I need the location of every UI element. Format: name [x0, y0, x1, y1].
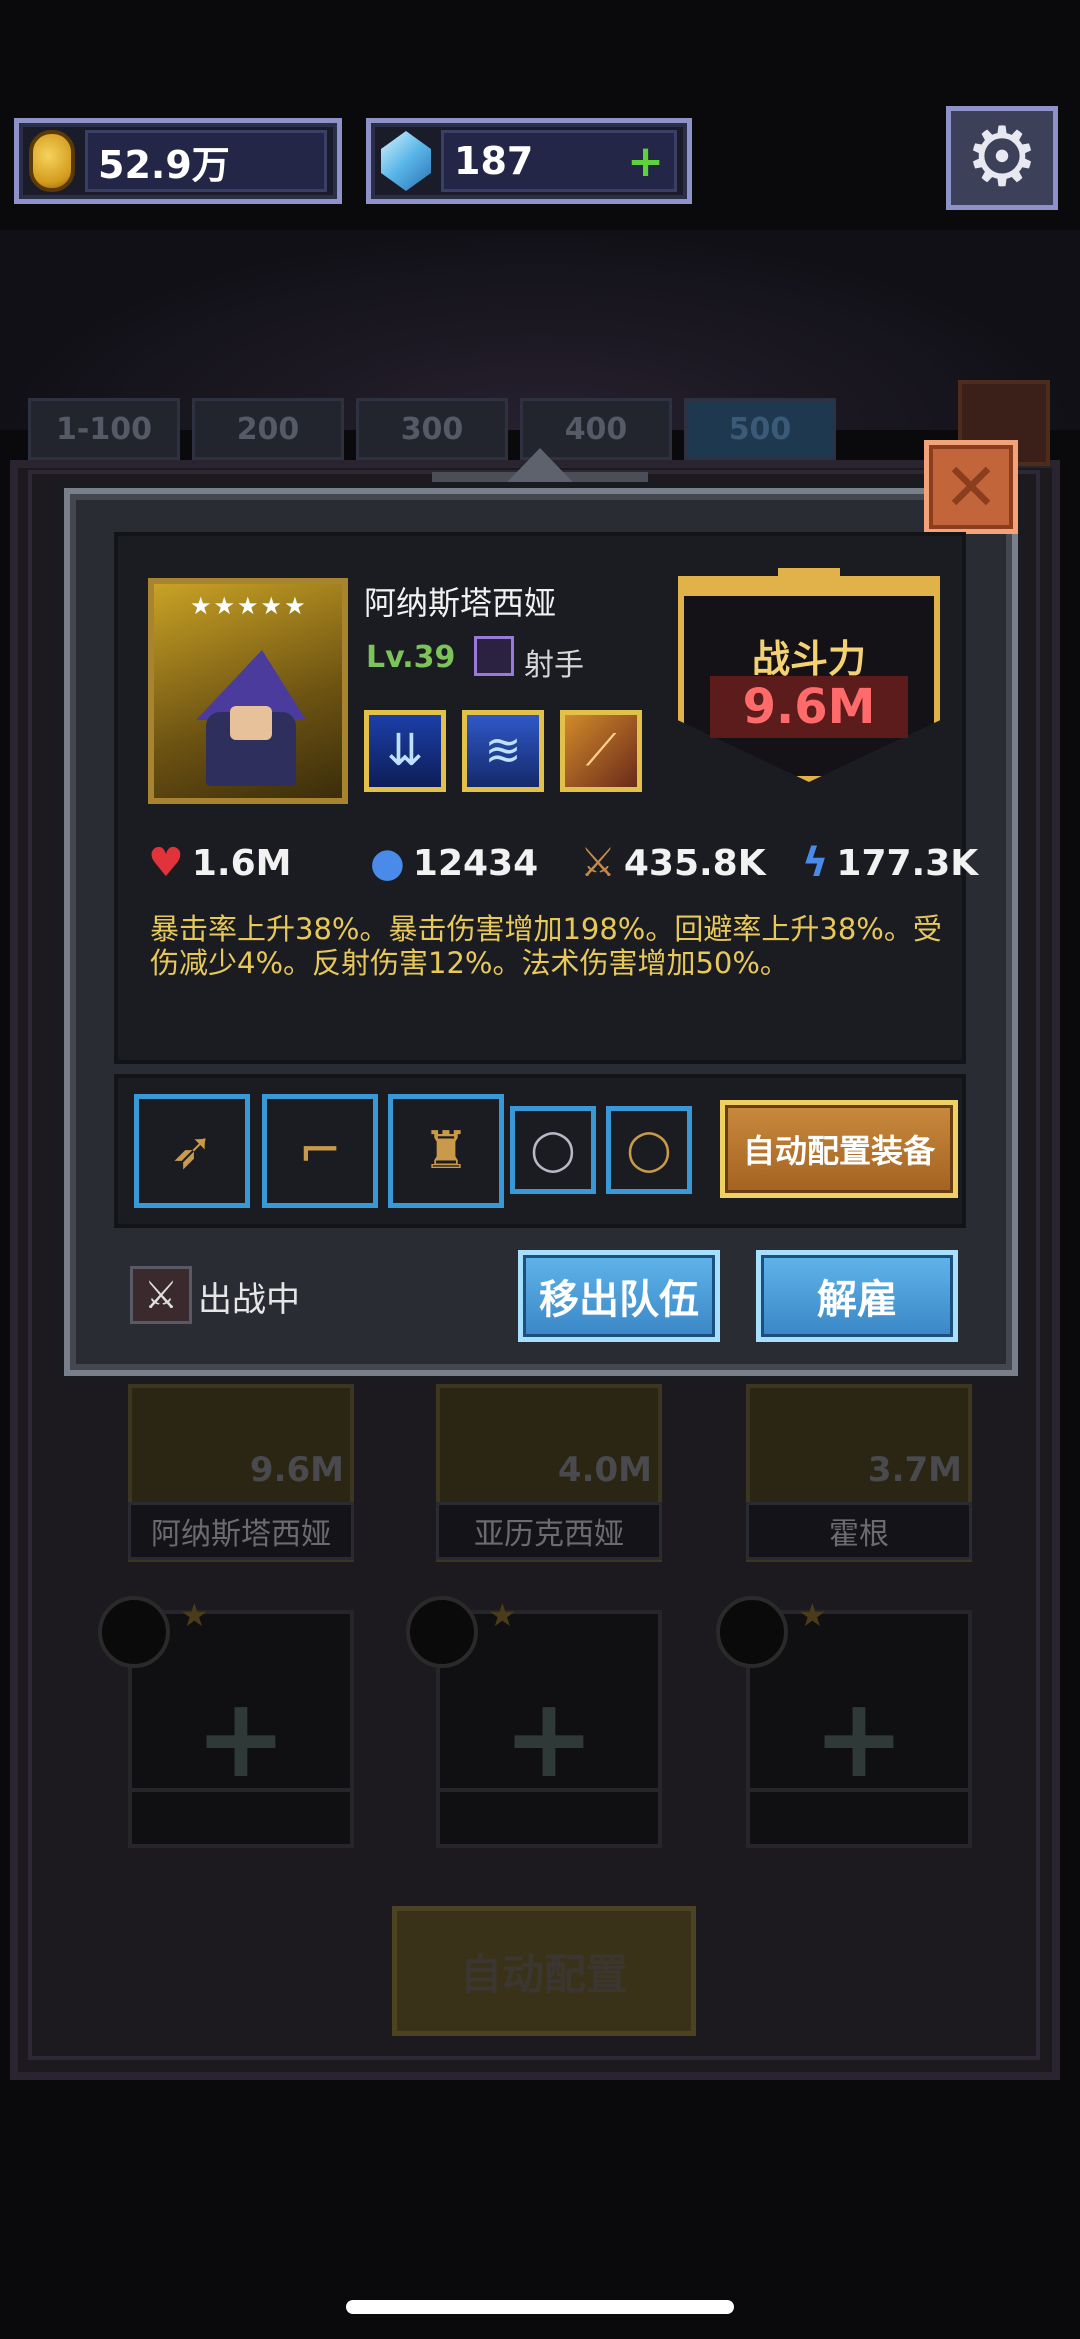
tab-200[interactable]: 200	[192, 398, 344, 460]
equip-slot-bow[interactable]: ➶	[134, 1094, 250, 1208]
team-hero-name: 阿纳斯塔西娅	[128, 1502, 354, 1560]
stat-hp: ♥ 1.6M	[148, 840, 291, 886]
hero-level: Lv.39	[366, 640, 456, 675]
hero-name: 阿纳斯塔西娅	[364, 584, 557, 622]
dismiss-button[interactable]: 解雇	[756, 1250, 958, 1342]
power-value: 9.6M	[710, 676, 908, 738]
close-button[interactable]: ✕	[924, 440, 1018, 534]
plus-icon: +	[502, 1674, 596, 1802]
hero-description: 暴击率上升38%。暴击伤害增加198%。回避率上升38%。受伤减少4%。反射伤害…	[150, 912, 942, 980]
heart-icon: ♥	[148, 840, 184, 886]
team-hero-power: 3.7M	[867, 1450, 962, 1490]
settings-button[interactable]: ⚙	[946, 106, 1058, 210]
power-badge-crest	[778, 568, 840, 594]
attack-value: 435.8K	[623, 842, 766, 884]
remove-from-team-button[interactable]: 移出队伍	[518, 1250, 720, 1342]
hero-stars: ★★★★★	[190, 592, 308, 620]
ring-icon: ◯	[530, 1127, 576, 1173]
empty-slot-circle	[406, 1596, 478, 1668]
tab-500[interactable]: 500	[684, 398, 836, 460]
equip-slot-ring-2[interactable]: ◯	[606, 1106, 692, 1194]
in-battle-status: 出战中	[198, 1280, 300, 1320]
bow-icon: ➶	[170, 1121, 214, 1181]
sword-icon: ⚔	[580, 840, 616, 886]
team-hero-power: 4.0M	[557, 1450, 652, 1490]
stat-mp: ● 12434	[370, 840, 538, 886]
gem-counter: 187 +	[366, 118, 692, 204]
crossed-swords-icon: ⚔	[130, 1266, 192, 1324]
stat-attack: ⚔ 435.8K	[580, 840, 766, 886]
gun-icon: ⌐	[298, 1121, 342, 1181]
team-hero-power: 9.6M	[249, 1450, 344, 1490]
team-hero-name: 霍根	[746, 1502, 972, 1560]
tab-300[interactable]: 300	[356, 398, 508, 460]
gear-icon: ⚙	[965, 110, 1039, 205]
wave-icon: ≋	[484, 725, 522, 776]
equip-slot-gun[interactable]: ⌐	[262, 1094, 378, 1208]
close-icon: ✕	[943, 448, 999, 526]
equip-slot-ring-1[interactable]: ◯	[510, 1106, 596, 1194]
lightning-icon: ϟ	[802, 840, 829, 886]
star-icon: ★	[488, 1596, 517, 1634]
equip-slot-armor[interactable]: ♜	[388, 1094, 504, 1208]
potion-icon: ●	[370, 840, 405, 886]
auto-equip-button[interactable]: 自动配置装备	[720, 1100, 958, 1198]
slash-icon: ⟋	[585, 725, 617, 776]
skill-slot-3[interactable]: ⟋	[560, 710, 642, 792]
ring-icon: ◯	[626, 1127, 672, 1173]
gold-counter: 52.9万	[14, 118, 342, 204]
tab-400[interactable]: 400	[520, 398, 672, 460]
star-icon: ★	[798, 1596, 827, 1634]
empty-slot-circle	[716, 1596, 788, 1668]
skill-slot-1[interactable]: ⇊	[364, 710, 446, 792]
plus-icon: +	[812, 1674, 906, 1802]
add-gem-button[interactable]: +	[627, 136, 664, 187]
star-icon: ★	[180, 1596, 209, 1634]
power-label: 战斗力	[751, 637, 866, 681]
stat-speed: ϟ 177.3K	[802, 840, 978, 886]
archer-class-icon	[474, 636, 514, 676]
tab-1-100[interactable]: 1-100	[28, 398, 180, 460]
mp-value: 12434	[412, 842, 539, 884]
plus-icon: +	[194, 1674, 288, 1802]
skill-slot-2[interactable]: ≋	[462, 710, 544, 792]
gem-icon	[381, 131, 431, 191]
team-hero-name: 亚历克西娅	[436, 1502, 662, 1560]
wizard-face	[230, 706, 272, 740]
hp-value: 1.6M	[191, 842, 292, 884]
auto-config-button: 自动配置	[392, 1906, 696, 2036]
arrow-rain-icon: ⇊	[386, 725, 424, 776]
empty-slot-circle	[98, 1596, 170, 1668]
gold-value: 52.9万	[98, 142, 230, 187]
level-tabs: 1-100 200 300 400 500	[28, 398, 836, 460]
hero-class: 射手	[524, 648, 584, 683]
gem-value: 187	[454, 139, 534, 183]
gold-coin-icon	[29, 130, 75, 192]
armor-icon: ♜	[422, 1121, 470, 1181]
home-indicator[interactable]	[346, 2300, 734, 2314]
speed-value: 177.3K	[836, 842, 979, 884]
